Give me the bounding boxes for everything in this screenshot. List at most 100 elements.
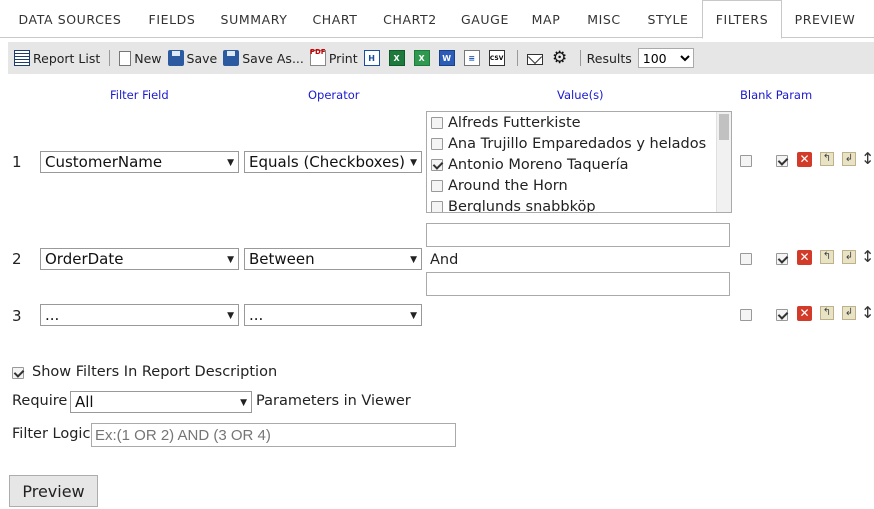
tab-filters[interactable]: FILTERS xyxy=(702,0,782,39)
floppy-disk-icon xyxy=(167,50,184,66)
list-item-label: Ana Trujillo Emparedados y helados xyxy=(448,135,707,152)
filter-logic-label: Filter Logic xyxy=(12,426,91,442)
settings-button[interactable]: ⚙ xyxy=(549,42,574,74)
export-excel-button[interactable]: X xyxy=(411,42,436,74)
save-label: Save xyxy=(186,50,218,66)
checkbox[interactable] xyxy=(431,137,443,150)
drag-handle-icon[interactable]: ↕ xyxy=(861,305,874,321)
operator-value: ... xyxy=(249,306,264,324)
between-and-label: And xyxy=(430,252,459,268)
filter-field-select[interactable]: CustomerName ▼ xyxy=(40,151,239,173)
tab-misc[interactable]: MISC xyxy=(577,0,631,38)
excel-export-icon: X xyxy=(388,50,405,66)
print-button[interactable]: Print xyxy=(307,42,361,74)
list-item-label: Antonio Moreno Taquería xyxy=(448,156,629,173)
blank-param-checkbox[interactable] xyxy=(740,253,752,265)
chevron-down-icon: ▼ xyxy=(410,158,417,168)
tab-map[interactable]: MAP xyxy=(524,0,568,38)
move-down-icon[interactable]: ↲ xyxy=(842,306,856,320)
checkbox[interactable] xyxy=(431,158,443,171)
tab-style[interactable]: STYLE xyxy=(637,0,699,38)
blank-param-checkbox[interactable] xyxy=(740,309,752,321)
checkbox[interactable] xyxy=(431,179,443,192)
toolbar-separator xyxy=(516,50,518,66)
list-item[interactable]: Berglunds snabbköp xyxy=(427,196,731,213)
delete-icon[interactable]: ✕ xyxy=(797,152,812,167)
values-checkbox-list[interactable]: Alfreds Futterkiste Ana Trujillo Empared… xyxy=(426,111,732,213)
save-as-button[interactable]: Save As... xyxy=(220,42,307,74)
operator-header: Operator xyxy=(308,88,360,102)
list-item[interactable]: Alfreds Futterkiste xyxy=(427,112,731,133)
delete-icon[interactable]: ✕ xyxy=(797,306,812,321)
enable-filter-checkbox[interactable] xyxy=(776,309,788,321)
export-csv-button[interactable]: CSV xyxy=(486,42,511,74)
tab-gauge[interactable]: GAUGE xyxy=(453,0,517,38)
chevron-down-icon: ▼ xyxy=(227,311,234,321)
tab-summary[interactable]: SUMMARY xyxy=(211,0,297,38)
list-item[interactable]: Around the Horn xyxy=(427,175,731,196)
toolbar-separator xyxy=(109,50,111,66)
save-as-label: Save As... xyxy=(242,50,304,66)
operator-value: Equals (Checkboxes) xyxy=(249,153,405,171)
drag-handle-icon[interactable]: ↕ xyxy=(861,151,874,167)
filter-field-value: OrderDate xyxy=(45,250,124,268)
operator-select[interactable]: Equals (Checkboxes) ▼ xyxy=(244,151,422,173)
new-document-icon xyxy=(119,50,132,66)
save-button[interactable]: Save xyxy=(165,42,221,74)
scrollbar[interactable] xyxy=(716,112,731,212)
scrollbar-thumb[interactable] xyxy=(719,114,729,140)
require-select[interactable]: All ▼ xyxy=(70,391,252,413)
report-list-button[interactable]: Report List xyxy=(8,42,103,74)
tab-chart[interactable]: CHART xyxy=(303,0,367,38)
results-select[interactable]: 100 xyxy=(637,48,694,68)
filter-field-select[interactable]: ... ▼ xyxy=(40,304,239,326)
tab-preview[interactable]: PREVIEW xyxy=(786,0,864,38)
chevron-down-icon: ▼ xyxy=(240,398,247,408)
list-item[interactable]: Antonio Moreno Taquería xyxy=(427,154,731,175)
move-up-icon[interactable]: ↰ xyxy=(820,152,834,166)
row-number: 2 xyxy=(12,250,22,268)
chevron-down-icon: ▼ xyxy=(410,255,417,265)
value-from-input[interactable] xyxy=(426,223,730,247)
print-label: Print xyxy=(328,50,358,66)
word-icon: W xyxy=(438,50,455,66)
export-document-button[interactable]: ≡ xyxy=(461,42,486,74)
enable-filter-checkbox[interactable] xyxy=(776,155,788,167)
export-excel-data-button[interactable]: X xyxy=(386,42,411,74)
filter-field-select[interactable]: OrderDate ▼ xyxy=(40,248,239,270)
enable-filter-checkbox[interactable] xyxy=(776,253,788,265)
row-number: 3 xyxy=(12,307,22,325)
row-number: 1 xyxy=(12,153,22,171)
email-button[interactable] xyxy=(524,42,549,74)
move-down-icon[interactable]: ↲ xyxy=(842,152,856,166)
drag-handle-icon[interactable]: ↕ xyxy=(861,249,874,265)
list-item[interactable]: Ana Trujillo Emparedados y helados xyxy=(427,133,731,154)
new-button[interactable]: New xyxy=(116,42,164,74)
parameters-label: Parameters in Viewer xyxy=(256,393,411,409)
preview-button[interactable]: Preview xyxy=(9,475,98,507)
checkbox[interactable] xyxy=(431,116,443,129)
export-word-button[interactable]: W xyxy=(436,42,461,74)
operator-select[interactable]: Between ▼ xyxy=(244,248,422,270)
require-value: All xyxy=(75,393,94,411)
move-up-icon[interactable]: ↰ xyxy=(820,306,834,320)
tab-fields[interactable]: FIELDS xyxy=(138,0,206,38)
mail-icon xyxy=(526,53,543,65)
toolbar-separator xyxy=(579,50,581,66)
checkbox[interactable] xyxy=(431,200,443,212)
move-down-icon[interactable]: ↲ xyxy=(842,250,856,264)
export-html-button[interactable]: H xyxy=(361,42,386,74)
operator-select[interactable]: ... ▼ xyxy=(244,304,422,326)
new-label: New xyxy=(134,50,162,66)
delete-icon[interactable]: ✕ xyxy=(797,250,812,265)
list-item-label: Berglunds snabbköp xyxy=(448,198,596,213)
move-up-icon[interactable]: ↰ xyxy=(820,250,834,264)
show-filters-checkbox[interactable] xyxy=(12,367,24,379)
floppy-disk-icon xyxy=(223,50,240,66)
value-to-input[interactable] xyxy=(426,272,730,296)
tab-chart2[interactable]: CHART2 xyxy=(373,0,447,38)
filter-logic-input[interactable] xyxy=(91,423,456,447)
blank-param-checkbox[interactable] xyxy=(740,155,752,167)
show-filters-label: Show Filters In Report Description xyxy=(32,364,278,380)
tab-data-sources[interactable]: DATA SOURCES xyxy=(9,0,131,38)
